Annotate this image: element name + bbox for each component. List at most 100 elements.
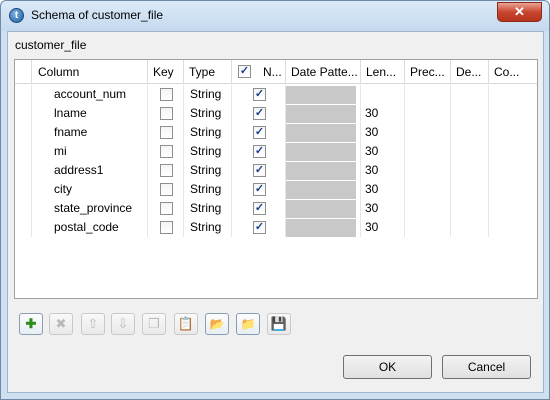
row-selector[interactable] xyxy=(15,104,32,123)
cell-length[interactable] xyxy=(361,85,405,104)
cell-nullable[interactable]: ✓ xyxy=(232,180,286,199)
header-default[interactable]: De... xyxy=(451,60,489,84)
title-bar[interactable]: t Schema of customer_file ✕ xyxy=(1,1,549,31)
header-column[interactable]: Column xyxy=(32,60,148,84)
cell-default[interactable] xyxy=(451,180,489,199)
export-button[interactable]: 📁 xyxy=(236,313,260,335)
cell-type[interactable]: String xyxy=(184,161,232,180)
table-row[interactable]: mi String ✓ 30 xyxy=(15,142,537,161)
cell-column-name[interactable]: lname xyxy=(32,104,148,123)
cell-type[interactable]: String xyxy=(184,180,232,199)
key-checkbox[interactable] xyxy=(160,107,173,120)
cell-type[interactable]: String xyxy=(184,85,232,104)
cell-length[interactable]: 30 xyxy=(361,161,405,180)
ok-button[interactable]: OK xyxy=(343,355,432,379)
cell-key[interactable] xyxy=(148,123,184,142)
cell-date-pattern[interactable] xyxy=(286,123,361,142)
copy-button[interactable]: ❐ xyxy=(142,313,166,335)
key-checkbox[interactable] xyxy=(160,145,173,158)
cell-column-name[interactable]: mi xyxy=(32,142,148,161)
cell-column-name[interactable]: address1 xyxy=(32,161,148,180)
cell-precision[interactable] xyxy=(405,161,451,180)
cell-key[interactable] xyxy=(148,199,184,218)
table-row[interactable]: city String ✓ 30 xyxy=(15,180,537,199)
row-selector[interactable] xyxy=(15,123,32,142)
header-precision[interactable]: Prec... xyxy=(405,60,451,84)
nullable-checkbox[interactable]: ✓ xyxy=(253,202,266,215)
cell-type[interactable]: String xyxy=(184,218,232,237)
row-selector[interactable] xyxy=(15,85,32,104)
cell-nullable[interactable]: ✓ xyxy=(232,199,286,218)
cell-key[interactable] xyxy=(148,218,184,237)
cell-nullable[interactable]: ✓ xyxy=(232,85,286,104)
add-button[interactable]: ✚ xyxy=(19,313,43,335)
cell-type[interactable]: String xyxy=(184,104,232,123)
cell-date-pattern[interactable] xyxy=(286,218,361,237)
cell-date-pattern[interactable] xyxy=(286,104,361,123)
cell-key[interactable] xyxy=(148,142,184,161)
cell-length[interactable]: 30 xyxy=(361,218,405,237)
save-button[interactable]: 💾 xyxy=(267,313,291,335)
row-selector[interactable] xyxy=(15,180,32,199)
header-type[interactable]: Type xyxy=(184,60,232,84)
cell-nullable[interactable]: ✓ xyxy=(232,123,286,142)
header-nullable-checkbox[interactable]: ✓ xyxy=(238,65,251,78)
key-checkbox[interactable] xyxy=(160,164,173,177)
cell-default[interactable] xyxy=(451,161,489,180)
cell-default[interactable] xyxy=(451,142,489,161)
nullable-checkbox[interactable]: ✓ xyxy=(253,221,266,234)
cell-comment[interactable] xyxy=(489,199,537,218)
cell-key[interactable] xyxy=(148,180,184,199)
cell-type[interactable]: String xyxy=(184,142,232,161)
cell-precision[interactable] xyxy=(405,123,451,142)
key-checkbox[interactable] xyxy=(160,221,173,234)
key-checkbox[interactable] xyxy=(160,88,173,101)
key-checkbox[interactable] xyxy=(160,202,173,215)
cell-default[interactable] xyxy=(451,85,489,104)
cell-comment[interactable] xyxy=(489,161,537,180)
table-row[interactable]: lname String ✓ 30 xyxy=(15,104,537,123)
nullable-checkbox[interactable]: ✓ xyxy=(253,126,266,139)
cell-column-name[interactable]: account_num xyxy=(32,85,148,104)
cell-comment[interactable] xyxy=(489,123,537,142)
header-key[interactable]: Key xyxy=(148,60,184,84)
cell-length[interactable]: 30 xyxy=(361,123,405,142)
cell-type[interactable]: String xyxy=(184,199,232,218)
row-selector[interactable] xyxy=(15,199,32,218)
key-checkbox[interactable] xyxy=(160,183,173,196)
header-comment[interactable]: Co... xyxy=(489,60,537,84)
cell-length[interactable]: 30 xyxy=(361,180,405,199)
cell-default[interactable] xyxy=(451,123,489,142)
header-nullable[interactable]: ✓ N... xyxy=(232,60,286,84)
nullable-checkbox[interactable]: ✓ xyxy=(253,88,266,101)
cell-precision[interactable] xyxy=(405,180,451,199)
key-checkbox[interactable] xyxy=(160,126,173,139)
cell-default[interactable] xyxy=(451,199,489,218)
cell-comment[interactable] xyxy=(489,85,537,104)
cell-length[interactable]: 30 xyxy=(361,142,405,161)
cell-precision[interactable] xyxy=(405,218,451,237)
cell-column-name[interactable]: state_province xyxy=(32,199,148,218)
cell-nullable[interactable]: ✓ xyxy=(232,142,286,161)
table-row[interactable]: state_province String ✓ 30 xyxy=(15,199,537,218)
header-length[interactable]: Len... xyxy=(361,60,405,84)
move-up-button[interactable]: ⇧ xyxy=(81,313,105,335)
table-row[interactable]: fname String ✓ 30 xyxy=(15,123,537,142)
cell-comment[interactable] xyxy=(489,218,537,237)
cell-column-name[interactable]: postal_code xyxy=(32,218,148,237)
cell-type[interactable]: String xyxy=(184,123,232,142)
cell-column-name[interactable]: fname xyxy=(32,123,148,142)
cell-length[interactable]: 30 xyxy=(361,104,405,123)
nullable-checkbox[interactable]: ✓ xyxy=(253,183,266,196)
cell-length[interactable]: 30 xyxy=(361,199,405,218)
cell-nullable[interactable]: ✓ xyxy=(232,218,286,237)
cell-nullable[interactable]: ✓ xyxy=(232,104,286,123)
cell-key[interactable] xyxy=(148,104,184,123)
cell-comment[interactable] xyxy=(489,104,537,123)
cell-date-pattern[interactable] xyxy=(286,199,361,218)
table-row[interactable]: address1 String ✓ 30 xyxy=(15,161,537,180)
cell-date-pattern[interactable] xyxy=(286,180,361,199)
paste-button[interactable]: 📋 xyxy=(174,313,198,335)
close-button[interactable]: ✕ xyxy=(497,2,542,22)
nullable-checkbox[interactable]: ✓ xyxy=(253,107,266,120)
